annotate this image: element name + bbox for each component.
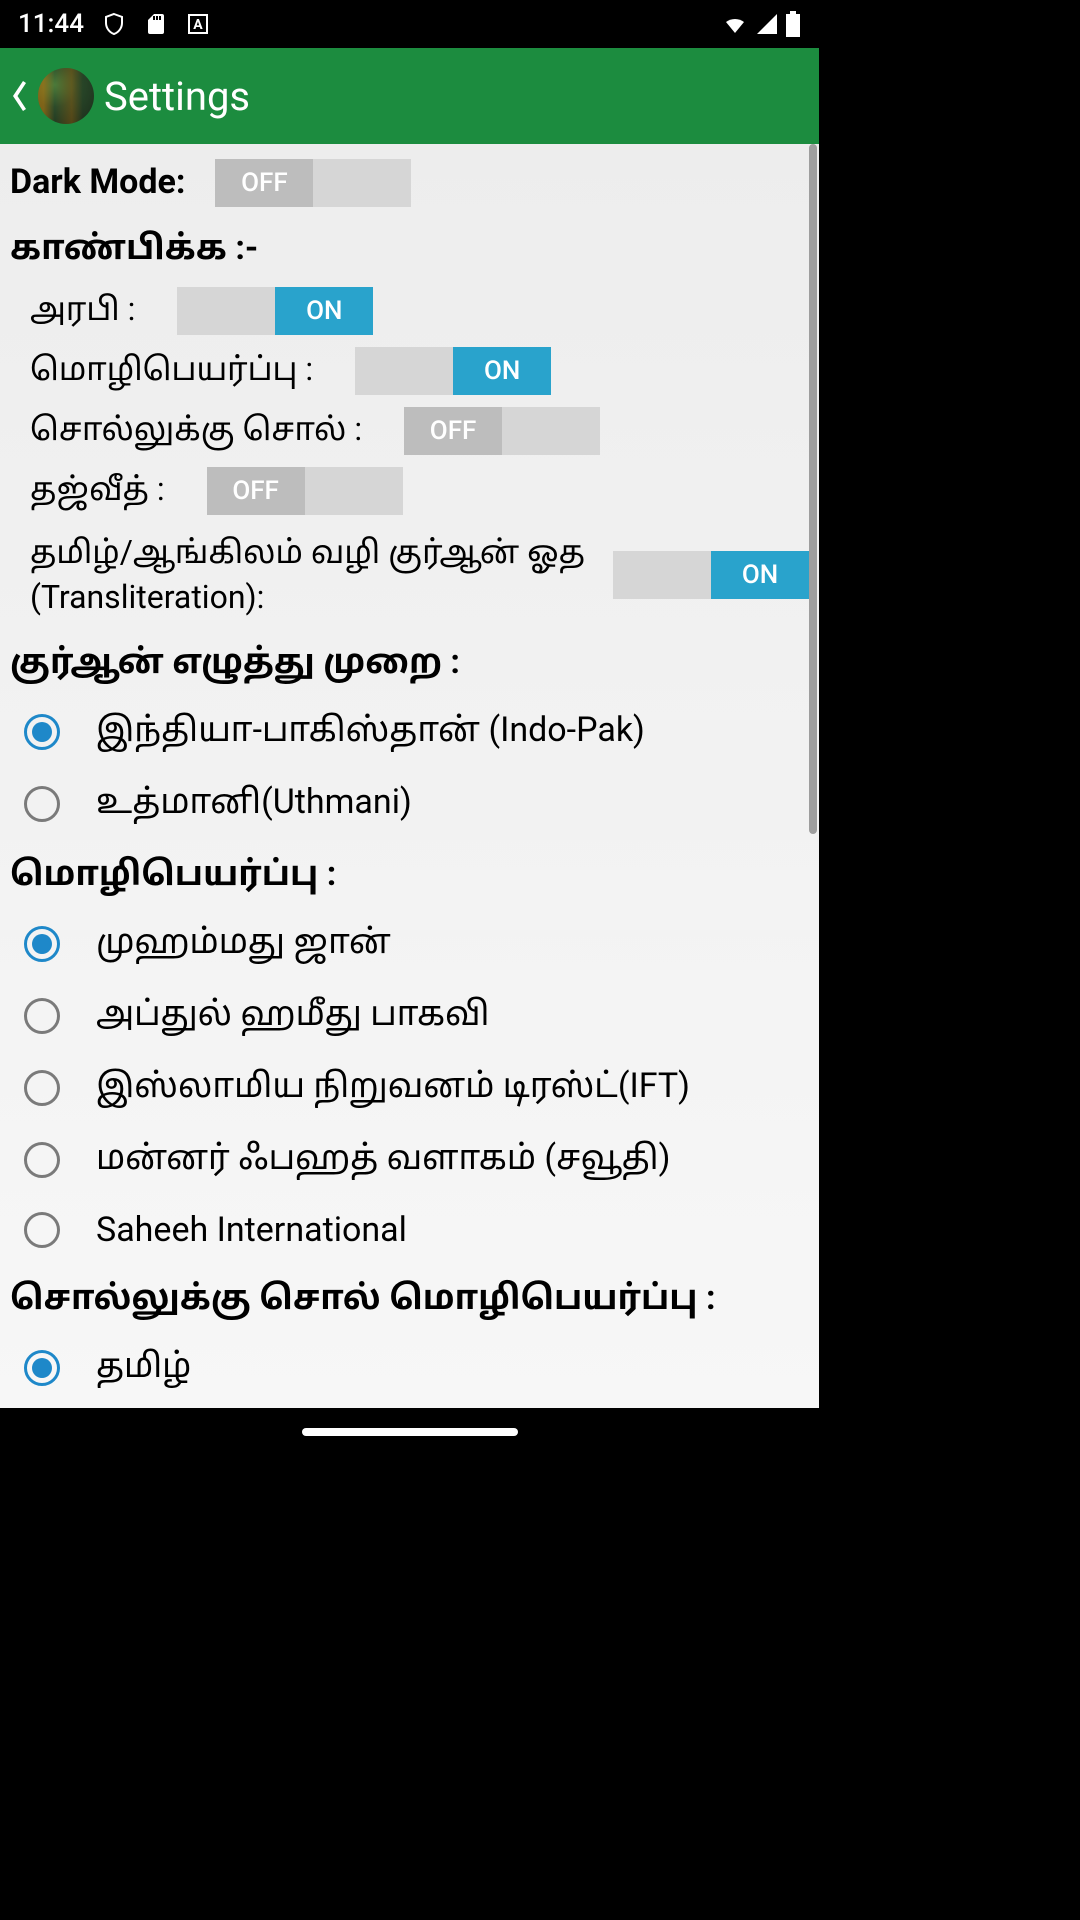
translation-option-2[interactable]: இஸ்லாமிய நிறுவனம் டிரஸ்ட்(IFT) — [10, 1052, 809, 1124]
radio-label: இஸ்லாமிய நிறுவனம் டிரஸ்ட்(IFT) — [96, 1066, 690, 1110]
arabic-toggle[interactable]: OFF ON — [177, 287, 373, 335]
radio-icon — [24, 1142, 60, 1178]
radio-icon — [24, 1070, 60, 1106]
wbw-section-heading: சொல்லுக்கு சொல் மொழிபெயர்ப்பு : — [10, 1264, 809, 1332]
transliteration-row: தமிழ்/ஆங்கிலம் வழி குர்ஆன் ஓத (Translite… — [10, 522, 809, 628]
sd-card-icon — [144, 12, 168, 36]
translation-option-4[interactable]: Saheeh International — [10, 1196, 809, 1264]
wbw-option-tamil[interactable]: தமிழ் — [10, 1332, 809, 1404]
tajweed-row: தஜ்வீத் : OFF ON — [10, 462, 809, 520]
app-avatar — [38, 68, 94, 124]
toggle-off-label: OFF — [207, 467, 305, 515]
status-left: 11:44 A — [18, 9, 210, 39]
toggle-off-label: OFF — [404, 407, 502, 455]
toggle-off-label: OFF — [215, 159, 313, 207]
display-section-heading: காண்பிக்க :- — [10, 214, 809, 282]
wifi-icon — [721, 12, 749, 36]
radio-icon — [24, 714, 60, 750]
status-right — [721, 11, 801, 37]
toggle-on-label: ON — [453, 347, 551, 395]
radio-label: உத்மானி(Uthmani) — [96, 782, 412, 826]
radio-label: அப்துல் ஹமீது பாகவி — [96, 994, 489, 1038]
signal-icon — [755, 12, 779, 36]
radio-label: முஹம்மது ஜான் — [96, 922, 391, 966]
toggle-off-label: OFF — [177, 287, 275, 335]
radio-label: தமிழ் — [96, 1346, 191, 1390]
nav-pill[interactable] — [302, 1428, 518, 1436]
toggle-on-label: ON — [275, 287, 373, 335]
app-bar: Settings — [0, 48, 819, 144]
word-by-word-row: சொல்லுக்கு சொல் : OFF ON — [10, 402, 809, 460]
translation-row: மொழிபெயர்ப்பு : OFF ON — [10, 342, 809, 400]
translation-label: மொழிபெயர்ப்பு : — [30, 342, 325, 400]
radio-icon — [24, 786, 60, 822]
translation-section-heading: மொழிபெயர்ப்பு : — [10, 840, 809, 908]
radio-icon — [24, 926, 60, 962]
word-by-word-toggle[interactable]: OFF ON — [404, 407, 600, 455]
arabic-row: அரபி : OFF ON — [10, 282, 809, 340]
toggle-on-label: ON — [313, 159, 411, 207]
radio-icon — [24, 998, 60, 1034]
back-button[interactable] — [8, 79, 28, 113]
status-time: 11:44 — [18, 9, 84, 39]
nav-bar — [0, 1408, 819, 1456]
translation-option-0[interactable]: முஹம்மது ஜான் — [10, 908, 809, 980]
word-by-word-label: சொல்லுக்கு சொல் : — [30, 402, 374, 460]
transliteration-toggle[interactable]: OFF ON — [613, 551, 809, 599]
radio-label: Saheeh International — [96, 1210, 407, 1250]
script-option-uthmani[interactable]: உத்மானி(Uthmani) — [10, 768, 809, 840]
radio-label: இந்தியா-பாகிஸ்தான் (Indo-Pak) — [96, 710, 645, 754]
radio-icon — [24, 1350, 60, 1386]
text-a-icon: A — [186, 12, 210, 36]
arabic-label: அரபி : — [30, 282, 147, 340]
page-title: Settings — [104, 73, 250, 120]
toggle-on-label: ON — [711, 551, 809, 599]
scrollbar[interactable] — [809, 144, 817, 834]
toggle-off-label: OFF — [613, 551, 711, 599]
script-option-indopak[interactable]: இந்தியா-பாகிஸ்தான் (Indo-Pak) — [10, 696, 809, 768]
translation-option-1[interactable]: அப்துல் ஹமீது பாகவி — [10, 980, 809, 1052]
translation-toggle[interactable]: OFF ON — [355, 347, 551, 395]
dark-mode-toggle[interactable]: OFF ON — [215, 159, 411, 207]
toggle-off-label: OFF — [355, 347, 453, 395]
radio-icon — [24, 1212, 60, 1248]
toggle-on-label: ON — [305, 467, 403, 515]
status-bar: 11:44 A — [0, 0, 819, 48]
battery-icon — [785, 11, 801, 37]
transliteration-label: தமிழ்/ஆங்கிலம் வழி குர்ஆன் ஓத (Translite… — [30, 522, 613, 628]
radio-label: மன்னர் ஃபஹத் வளாகம் (சவூதி) — [96, 1138, 670, 1182]
toggle-on-label: ON — [502, 407, 600, 455]
translation-option-3[interactable]: மன்னர் ஃபஹத் வளாகம் (சவூதி) — [10, 1124, 809, 1196]
svg-text:A: A — [193, 17, 203, 33]
tajweed-toggle[interactable]: OFF ON — [207, 467, 403, 515]
dark-mode-label: Dark Mode: — [10, 154, 185, 212]
script-section-heading: குர்ஆன் எழுத்து முறை : — [10, 628, 809, 696]
tajweed-label: தஜ்வீத் : — [30, 462, 177, 520]
dark-mode-row: Dark Mode: OFF ON — [10, 154, 809, 212]
settings-content[interactable]: Dark Mode: OFF ON காண்பிக்க :- அரபி : OF… — [0, 144, 819, 1408]
shield-icon — [102, 12, 126, 36]
